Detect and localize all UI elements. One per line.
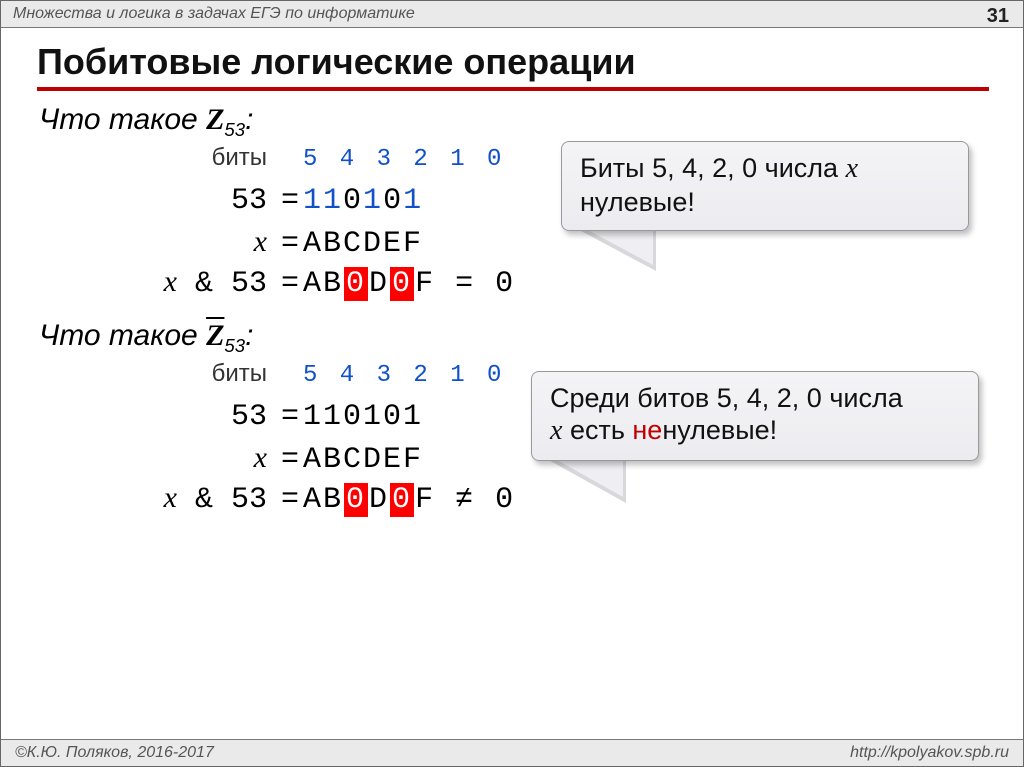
z-subscript: 53 [224, 119, 245, 140]
highlight-bit: 0 [344, 267, 368, 301]
question-z53: Что такое Z53: [39, 101, 987, 141]
slide: Множества и логика в задачах ЕГЭ по инфо… [0, 0, 1024, 767]
row-x-and-53: x & 53 = AB0D0F = 0 [67, 263, 987, 303]
copyright: ©К.Ю. Поляков, 2016-2017 [15, 740, 214, 766]
bits-label: биты [67, 143, 277, 173]
highlight-bit: 0 [344, 483, 368, 517]
header-bar: Множества и логика в задачах ЕГЭ по инфо… [1, 1, 1023, 28]
page-title: Побитовые логические операции [37, 41, 636, 83]
bits-digits: 5 4 3 2 1 0 [303, 145, 505, 175]
emphasis-ne: не [632, 415, 662, 445]
highlight-bit: 0 [390, 267, 414, 301]
callout-bits-nonzero: Среди битов 5, 4, 2, 0 числа x есть нену… [531, 371, 979, 461]
z-bar-symbol: Z [206, 319, 224, 352]
binary-53: 110101 [303, 183, 423, 221]
footer-url: http://kpolyakov.spb.ru [850, 740, 1009, 766]
breadcrumb: Множества и логика в задачах ЕГЭ по инфо… [13, 5, 415, 22]
question-z53-bar: Что такое Z53: [39, 317, 987, 357]
footer-bar: ©К.Ю. Поляков, 2016-2017 http://kpolyako… [1, 739, 1023, 766]
result-1: AB0D0F = 0 [303, 266, 515, 304]
row-x-and-53-2: x & 53 = AB0D0F ≠ 0 [67, 479, 987, 519]
z-symbol: Z [206, 103, 224, 136]
page-number: 31 [987, 3, 1009, 29]
highlight-bit: 0 [390, 483, 414, 517]
z-bar-subscript: 53 [224, 335, 245, 356]
callout-bits-zero: Биты 5, 4, 2, 0 числа x нулевые! [561, 141, 969, 231]
title-underline [37, 87, 989, 91]
result-2: AB0D0F ≠ 0 [303, 482, 515, 520]
